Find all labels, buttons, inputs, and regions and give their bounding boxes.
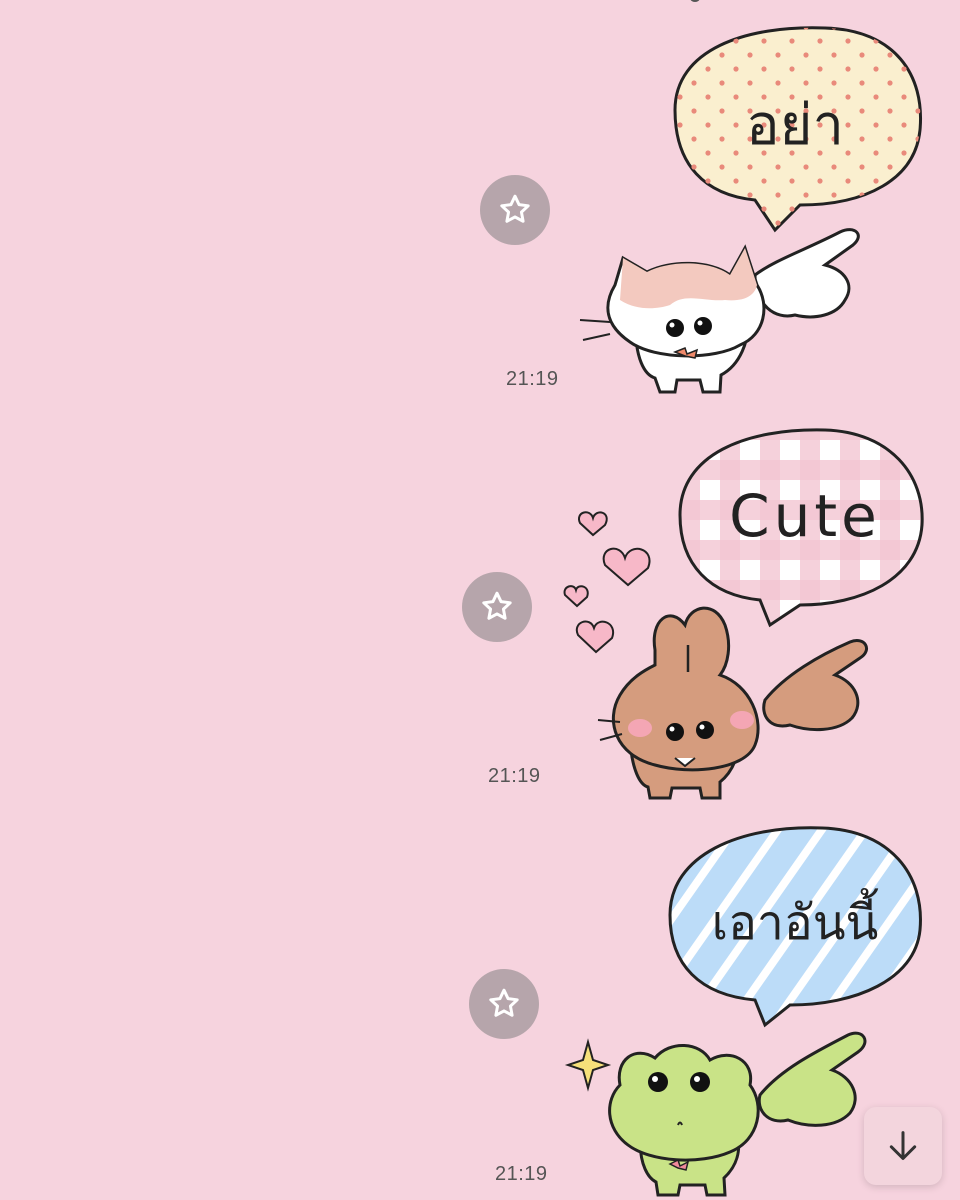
message-time: 21:19	[506, 368, 559, 390]
sticker-cat[interactable]: อย่า	[575, 20, 935, 400]
star-icon	[489, 988, 519, 1017]
bubble-text: Cute	[729, 482, 881, 550]
pointing-hand	[762, 639, 868, 732]
star-icon	[500, 194, 530, 223]
frog-head	[608, 1044, 760, 1162]
message-sticker-2: 21:19 Cute	[0, 400, 960, 800]
rabbit-head	[611, 606, 760, 772]
message-sticker-3: 21:19 เอาอันนี้	[0, 800, 960, 1200]
arrow-down-icon	[889, 1131, 917, 1160]
bubble-text: อย่า	[746, 93, 844, 158]
pointing-hand	[757, 1031, 867, 1127]
bubble-text: เอาอันนี้	[711, 895, 879, 951]
star-icon	[482, 591, 512, 620]
favorite-button[interactable]	[462, 572, 532, 642]
message-sticker-1: 21:19 อย่า	[0, 0, 960, 400]
message-time: 21:19	[488, 765, 541, 787]
pointing-hand	[753, 228, 860, 319]
sticker-rabbit[interactable]: Cute	[560, 420, 935, 800]
message-time: 21:19	[495, 1163, 548, 1185]
favorite-button[interactable]	[469, 969, 539, 1039]
favorite-button[interactable]	[480, 175, 550, 245]
scroll-to-bottom-button[interactable]	[864, 1107, 942, 1185]
sparkle-icon	[564, 1038, 612, 1092]
